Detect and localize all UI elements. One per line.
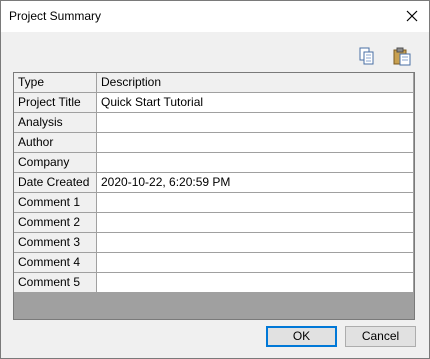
table-row: Comment 3	[14, 233, 414, 253]
description-cell[interactable]	[97, 153, 414, 173]
description-cell[interactable]	[97, 273, 414, 293]
copy-button[interactable]	[357, 46, 377, 66]
row-label: Company	[14, 153, 97, 173]
row-label: Author	[14, 133, 97, 153]
description-cell[interactable]	[97, 113, 414, 133]
description-cell[interactable]	[97, 233, 414, 253]
dialog-title: Project Summary	[9, 9, 102, 23]
table-row: Comment 5	[14, 273, 414, 293]
description-cell[interactable]	[97, 213, 414, 233]
table-row: Analysis	[14, 113, 414, 133]
description-cell[interactable]	[97, 253, 414, 273]
column-header-type: Type	[14, 73, 97, 93]
row-label: Comment 1	[14, 193, 97, 213]
table-row: Company	[14, 153, 414, 173]
table-header-row: Type Description	[14, 73, 414, 93]
row-label: Date Created	[14, 173, 97, 193]
description-cell[interactable]: 2020-10-22, 6:20:59 PM	[97, 173, 414, 193]
row-label: Project Title	[14, 93, 97, 113]
description-cell[interactable]: Quick Start Tutorial	[97, 93, 414, 113]
column-header-description: Description	[97, 73, 414, 93]
cancel-button[interactable]: Cancel	[345, 326, 416, 347]
description-cell[interactable]	[97, 193, 414, 213]
paste-icon	[393, 47, 411, 66]
table-row: Project Title Quick Start Tutorial	[14, 93, 414, 113]
project-summary-dialog: Project Summary Type Description Project…	[0, 0, 430, 359]
row-label: Analysis	[14, 113, 97, 133]
paste-button[interactable]	[392, 46, 412, 66]
row-label: Comment 2	[14, 213, 97, 233]
description-cell[interactable]	[97, 133, 414, 153]
table-row: Comment 4	[14, 253, 414, 273]
table-row: Date Created 2020-10-22, 6:20:59 PM	[14, 173, 414, 193]
row-label: Comment 3	[14, 233, 97, 253]
ok-button[interactable]: OK	[266, 326, 337, 347]
title-bar: Project Summary	[1, 1, 429, 32]
table-row: Comment 1	[14, 193, 414, 213]
close-icon	[406, 10, 418, 22]
close-button[interactable]	[395, 1, 429, 32]
table-row: Author	[14, 133, 414, 153]
row-label: Comment 5	[14, 273, 97, 293]
summary-table: Type Description Project Title Quick Sta…	[13, 72, 415, 320]
row-label: Comment 4	[14, 253, 97, 273]
table-row: Comment 2	[14, 213, 414, 233]
copy-icon	[359, 47, 374, 65]
